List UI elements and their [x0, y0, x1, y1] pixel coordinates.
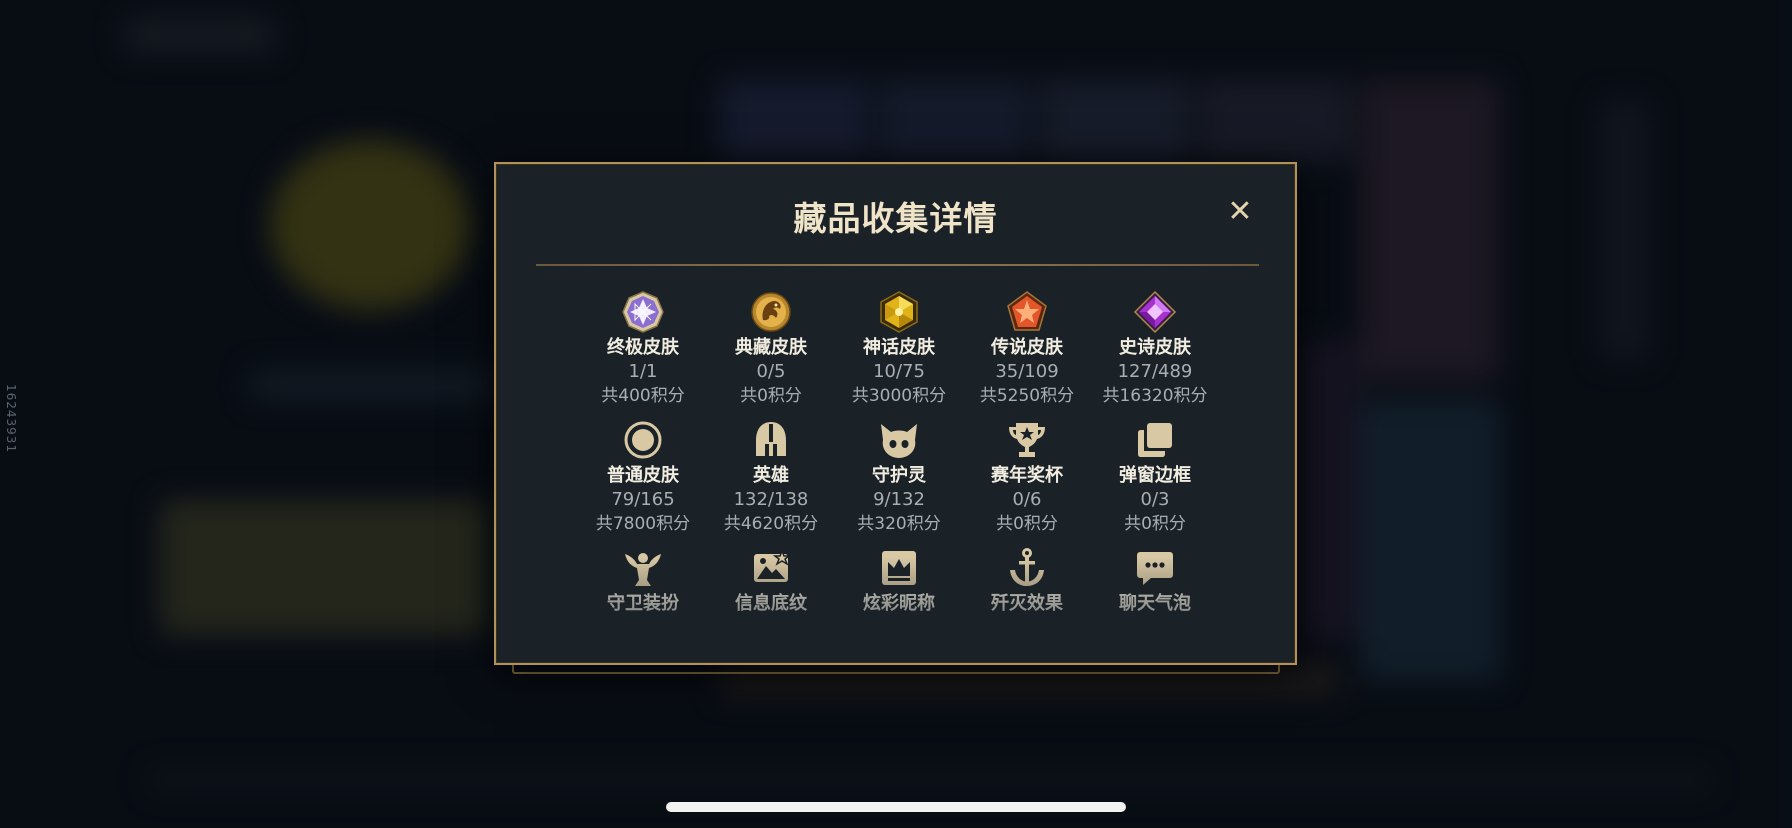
- item-name: 聊天气泡: [1119, 593, 1191, 614]
- trophy-icon: [1009, 423, 1045, 457]
- collection-item[interactable]: 传说皮肤 35/109 共5250积分: [963, 290, 1091, 408]
- item-points: 共7800积分: [595, 514, 691, 534]
- item-count: 0/6: [1012, 489, 1042, 510]
- collection-item[interactable]: 歼灭效果: [963, 546, 1091, 616]
- item-count: 35/109: [995, 361, 1059, 382]
- item-name: 典藏皮肤: [735, 337, 807, 358]
- collection-item[interactable]: 信息底纹: [707, 546, 835, 616]
- item-name: 英雄: [753, 465, 789, 486]
- collection-item[interactable]: 聊天气泡: [1091, 546, 1219, 616]
- item-count: 9/132: [873, 489, 925, 510]
- collection-item[interactable]: 赛年奖杯 0/6 共0积分: [963, 418, 1091, 536]
- ultimate-skin-icon: [622, 291, 664, 333]
- little-legend-icon: [881, 424, 917, 458]
- collection-item[interactable]: 守卫装扮: [579, 546, 707, 616]
- collection-details-modal: 藏品收集详情 ✕ 终极皮肤 1/1 共400积分 典藏皮肤 0/5 共0积分 神…: [494, 162, 1297, 665]
- item-points: 共0积分: [1124, 514, 1186, 534]
- item-name: 终极皮肤: [607, 337, 679, 358]
- item-name: 普通皮肤: [607, 465, 679, 486]
- champion-helmet-icon: [756, 422, 786, 456]
- epic-skin-icon: [1133, 290, 1177, 334]
- item-name: 传说皮肤: [991, 337, 1063, 358]
- item-name: 史诗皮肤: [1119, 337, 1191, 358]
- item-name: 守护灵: [872, 465, 926, 486]
- title-divider: [536, 264, 1259, 266]
- modal-bottom-frame: [512, 664, 1280, 674]
- item-count: 0/5: [756, 361, 786, 382]
- home-indicator[interactable]: [666, 802, 1126, 812]
- item-name: 赛年奖杯: [991, 465, 1063, 486]
- item-count: 127/489: [1117, 361, 1193, 382]
- collection-item[interactable]: 典藏皮肤 0/5 共0积分: [707, 290, 835, 408]
- normal-skin-icon: [624, 421, 662, 459]
- item-count: 79/165: [611, 489, 675, 510]
- popup-frame-icon: [1138, 423, 1172, 457]
- side-id-text: 16243931: [4, 384, 18, 454]
- collection-item[interactable]: 英雄 132/138 共4620积分: [707, 418, 835, 536]
- anchor-icon: [1010, 548, 1044, 586]
- item-count: 1/1: [628, 361, 658, 382]
- item-points: 共5250积分: [979, 386, 1075, 406]
- item-points: 共16320积分: [1102, 386, 1208, 406]
- collection-item[interactable]: 弹窗边框 0/3 共0积分: [1091, 418, 1219, 536]
- close-button[interactable]: ✕: [1225, 197, 1255, 227]
- item-points: 共3000积分: [851, 386, 947, 406]
- item-name: 信息底纹: [735, 593, 807, 614]
- collection-item[interactable]: 神话皮肤 10/75 共3000积分: [835, 290, 963, 408]
- nickname-crown-icon: [882, 551, 916, 585]
- item-name: 炫彩昵称: [863, 593, 935, 614]
- modal-title: 藏品收集详情: [793, 199, 998, 238]
- collection-item[interactable]: 终极皮肤 1/1 共400积分: [579, 290, 707, 408]
- item-points: 共4620积分: [723, 514, 819, 534]
- chat-bubble-icon: [1137, 552, 1173, 585]
- legendary-skin-icon: [1007, 291, 1047, 331]
- item-points: 共400积分: [601, 386, 685, 406]
- collection-grid: 终极皮肤 1/1 共400积分 典藏皮肤 0/5 共0积分 神话皮肤 10/75…: [536, 272, 1259, 627]
- item-name: 守卫装扮: [607, 593, 679, 614]
- item-points: 共320积分: [857, 514, 941, 534]
- item-count: 10/75: [873, 361, 925, 382]
- prestige-skin-icon: [751, 292, 791, 332]
- collection-item[interactable]: 史诗皮肤 127/489 共16320积分: [1091, 290, 1219, 408]
- mythic-skin-icon: [880, 291, 918, 333]
- collection-item[interactable]: 守护灵 9/132 共320积分: [835, 418, 963, 536]
- item-points: 共0积分: [996, 514, 1058, 534]
- item-count: 132/138: [733, 489, 809, 510]
- banner-icon: [754, 548, 792, 582]
- item-points: 共0积分: [740, 386, 802, 406]
- item-name: 弹窗边框: [1119, 465, 1191, 486]
- collection-item[interactable]: 炫彩昵称: [835, 546, 963, 616]
- item-count: 0/3: [1140, 489, 1170, 510]
- item-name: 神话皮肤: [863, 337, 935, 358]
- collection-item[interactable]: 普通皮肤 79/165 共7800积分: [579, 418, 707, 536]
- item-name: 歼灭效果: [991, 593, 1063, 614]
- ward-skin-icon: [625, 553, 661, 586]
